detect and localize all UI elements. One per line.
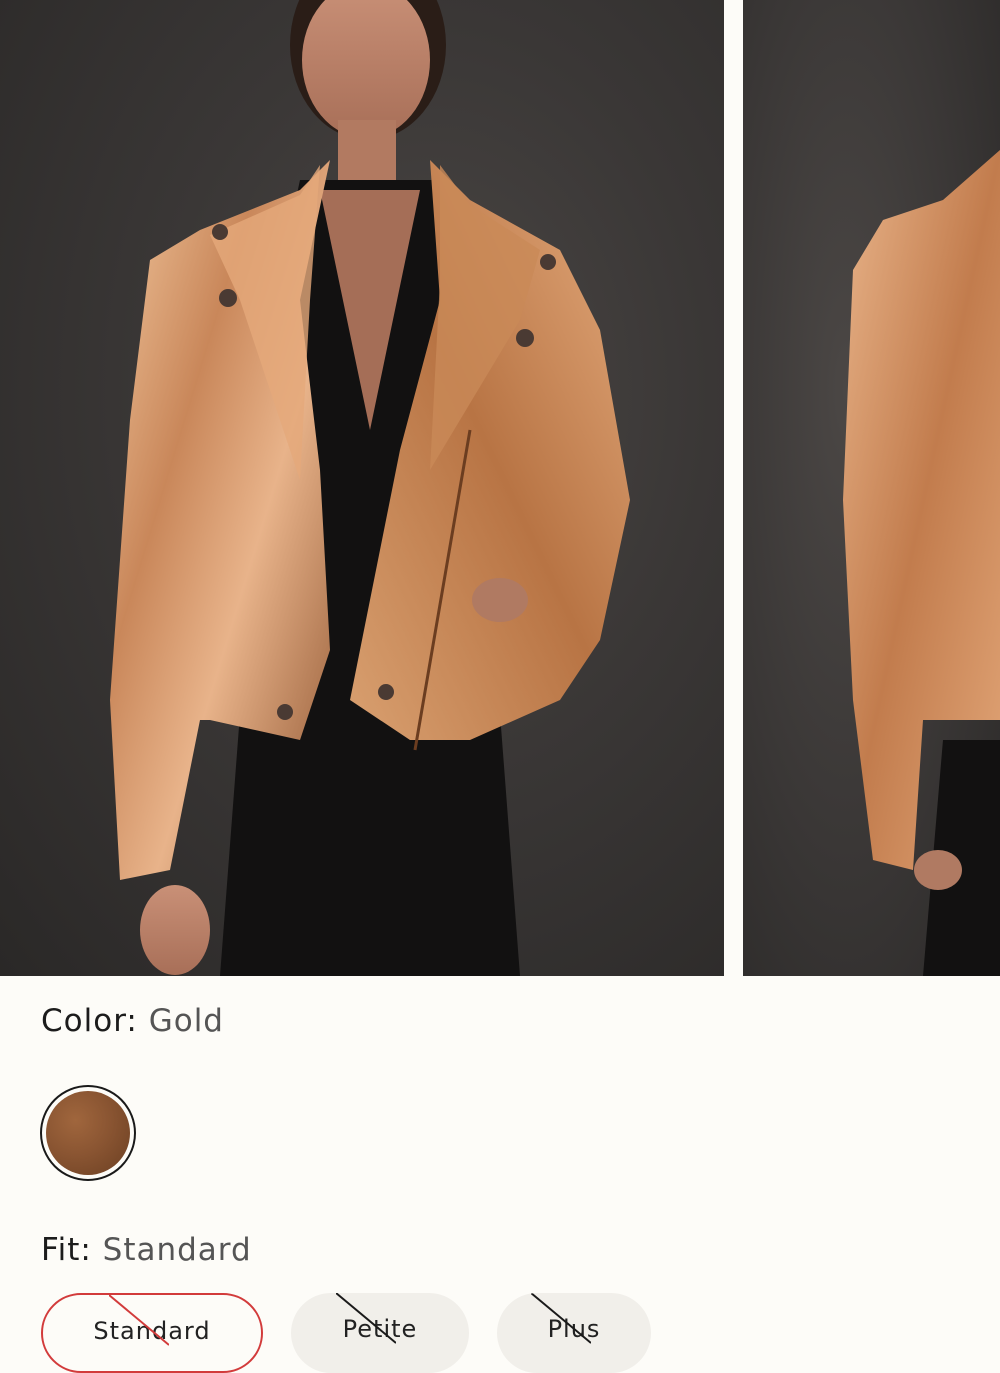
color-label: Color: — [41, 1003, 138, 1039]
fit-option-plus[interactable]: Plus — [497, 1293, 651, 1373]
model-front-illustration — [110, 0, 630, 976]
fit-selected-value: Standard — [102, 1232, 252, 1268]
fit-option-standard[interactable]: Standard — [41, 1293, 263, 1373]
model-back-illustration — [843, 150, 1000, 976]
fit-option-label: Petite — [342, 1315, 418, 1343]
color-selector-heading: Color: Gold — [41, 1003, 224, 1039]
color-selected-value: Gold — [148, 1003, 224, 1039]
fit-option-label: Standard — [93, 1317, 211, 1345]
fit-selector-heading: Fit: Standard — [41, 1232, 252, 1268]
swatch-texture — [46, 1091, 130, 1175]
color-swatch-gold[interactable] — [40, 1085, 136, 1181]
fit-options: Standard Petite Plus — [41, 1293, 651, 1373]
fit-label: Fit: — [41, 1232, 92, 1268]
fit-option-petite[interactable]: Petite — [291, 1293, 469, 1373]
product-image-front[interactable] — [0, 0, 724, 976]
fit-option-label: Plus — [547, 1315, 601, 1343]
product-image-gallery[interactable] — [0, 0, 1000, 976]
product-image-back[interactable] — [743, 0, 1000, 976]
